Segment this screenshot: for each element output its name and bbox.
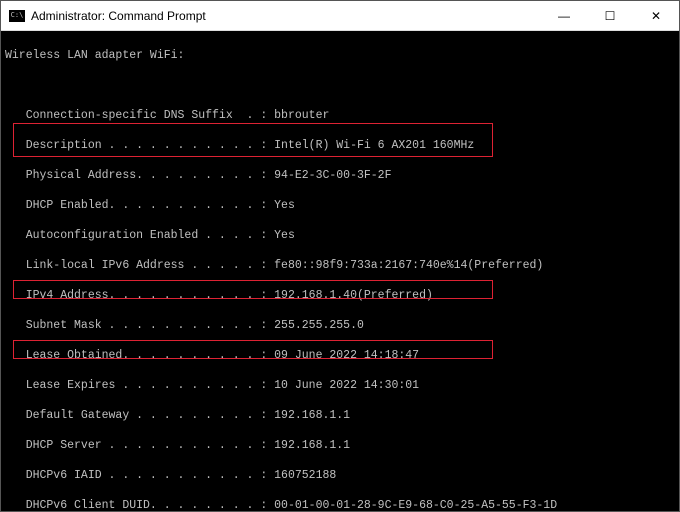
output-row: Description . . . . . . . . . . . : Inte… (5, 138, 675, 153)
output-row: DHCP Enabled. . . . . . . . . . . : Yes (5, 198, 675, 213)
output-row: Subnet Mask . . . . . . . . . . . : 255.… (5, 318, 675, 333)
output-row: Lease Obtained. . . . . . . . . . : 09 J… (5, 348, 675, 363)
output-row: Connection-specific DNS Suffix . : bbrou… (5, 108, 675, 123)
section-header: Wireless LAN adapter WiFi: (5, 48, 675, 63)
terminal-output[interactable]: Wireless LAN adapter WiFi: Connection-sp… (1, 31, 679, 511)
cmd-icon: C:\ (9, 10, 25, 22)
output-row: DHCPv6 IAID . . . . . . . . . . . : 1607… (5, 468, 675, 483)
command-prompt-window: C:\ Administrator: Command Prompt — ☐ ✕ … (0, 0, 680, 512)
output-row: IPv4 Address. . . . . . . . . . . : 192.… (5, 288, 675, 303)
output-row: DHCPv6 Client DUID. . . . . . . . : 00-0… (5, 498, 675, 511)
output-row: Physical Address. . . . . . . . . : 94-E… (5, 168, 675, 183)
titlebar[interactable]: C:\ Administrator: Command Prompt — ☐ ✕ (1, 1, 679, 31)
maximize-button[interactable]: ☐ (587, 1, 633, 31)
output-row: Autoconfiguration Enabled . . . . : Yes (5, 228, 675, 243)
output-row: Default Gateway . . . . . . . . . : 192.… (5, 408, 675, 423)
output-row: Lease Expires . . . . . . . . . . : 10 J… (5, 378, 675, 393)
minimize-button[interactable]: — (541, 1, 587, 31)
close-button[interactable]: ✕ (633, 1, 679, 31)
output-row: Link-local IPv6 Address . . . . . : fe80… (5, 258, 675, 273)
output-row: DHCP Server . . . . . . . . . . . : 192.… (5, 438, 675, 453)
blank-line (5, 78, 675, 93)
window-title: Administrator: Command Prompt (31, 9, 206, 23)
